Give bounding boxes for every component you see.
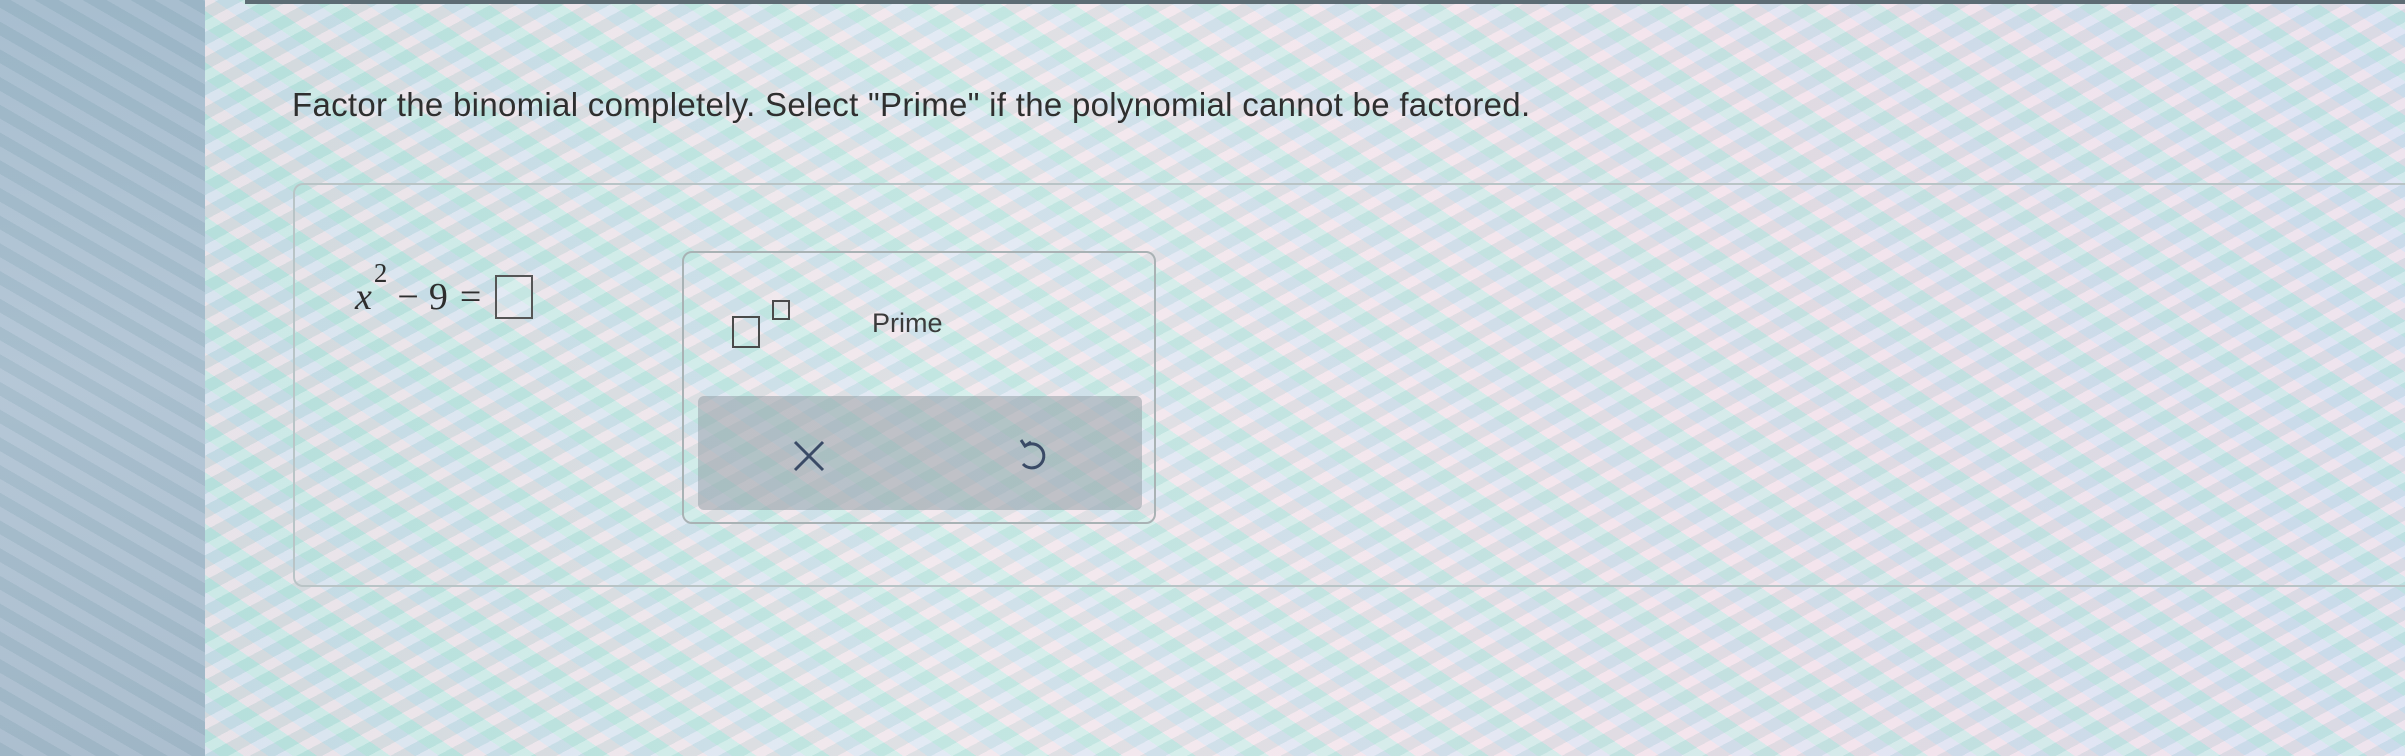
undo-button[interactable] xyxy=(998,426,1068,486)
exponent-template-icon xyxy=(732,316,760,348)
equation-equals: = xyxy=(459,276,482,318)
answer-panel xyxy=(293,183,2405,587)
exponent-power-box xyxy=(772,300,790,320)
equation-operator: − xyxy=(397,276,419,318)
clear-button[interactable] xyxy=(774,426,844,486)
close-x-icon xyxy=(793,440,825,472)
equation-variable: x xyxy=(355,276,372,318)
action-bar xyxy=(698,396,1142,510)
exponent-button[interactable] xyxy=(728,298,806,350)
undo-icon xyxy=(1019,439,1046,470)
question-instruction: Factor the binomial completely. Select "… xyxy=(292,86,1531,123)
screen-bezel xyxy=(0,0,205,756)
answer-input[interactable] xyxy=(495,275,534,319)
equation-constant: 9 xyxy=(428,276,448,318)
top-divider xyxy=(245,0,2405,4)
equation-exponent: 2 xyxy=(373,257,388,288)
prime-button[interactable]: Prime xyxy=(872,304,960,342)
equation: x 2 − 9 = xyxy=(355,258,534,319)
